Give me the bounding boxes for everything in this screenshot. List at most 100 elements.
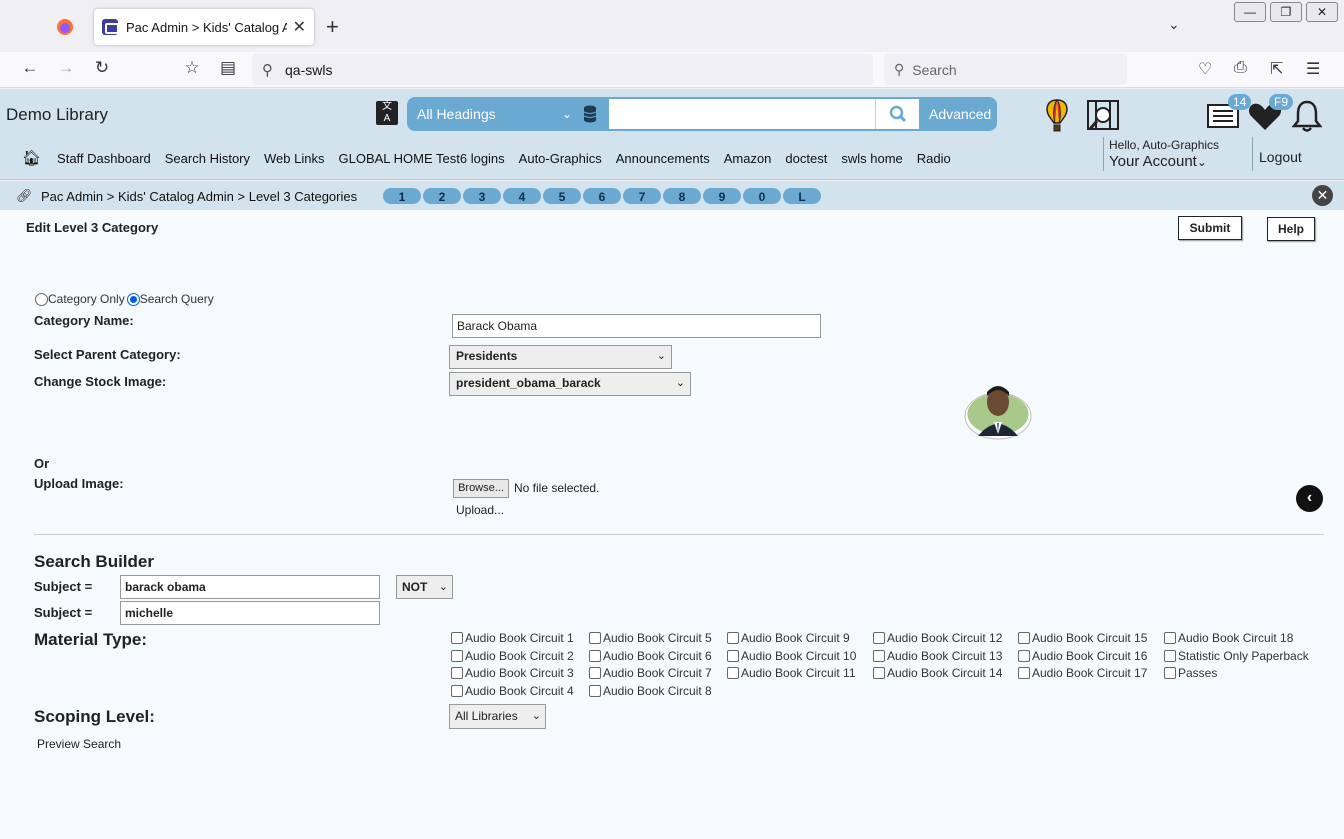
material-type-option[interactable]: Audio Book Circuit 5 — [589, 631, 712, 645]
material-type-option[interactable]: Audio Book Circuit 12 — [873, 631, 1002, 645]
material-type-option[interactable]: Audio Book Circuit 11 — [727, 666, 856, 680]
material-type-option[interactable]: Audio Book Circuit 2 — [451, 649, 574, 663]
material-type-option[interactable]: Audio Book Circuit 13 — [873, 649, 1002, 663]
material-type-option[interactable]: Audio Book Circuit 15 — [1018, 631, 1147, 645]
pager-1[interactable]: 1 — [382, 187, 422, 205]
url-bar[interactable]: ⚲ qa-swls — [252, 54, 873, 85]
catalog-search-input[interactable] — [609, 99, 875, 129]
pager-8[interactable]: 8 — [662, 187, 702, 205]
close-panel-icon[interactable]: ✕ — [1312, 185, 1333, 206]
checkbox[interactable] — [873, 650, 885, 662]
submit-button[interactable]: Submit — [1178, 216, 1242, 240]
translate-icon[interactable]: 文A — [376, 101, 398, 125]
material-type-option[interactable]: Audio Book Circuit 4 — [451, 684, 574, 698]
menu-item-staff-dashboard[interactable]: Staff Dashboard — [57, 151, 151, 166]
print-icon[interactable]: ⎙ — [1234, 59, 1247, 77]
material-type-option[interactable]: Audio Book Circuit 1 — [451, 631, 574, 645]
checkbox[interactable] — [589, 667, 601, 679]
menu-item-doctest[interactable]: doctest — [785, 151, 827, 166]
menu-item-announcements[interactable]: Announcements — [616, 151, 710, 166]
hamburger-menu-icon[interactable]: ☰ — [1306, 59, 1320, 79]
boolean-operator-select[interactable]: NOT ⌄ — [396, 575, 453, 599]
checkbox[interactable] — [589, 685, 601, 697]
tab-list-chevron-icon[interactable]: ⌄ — [1168, 16, 1180, 33]
pager-5[interactable]: 5 — [542, 187, 582, 205]
material-type-option[interactable]: Audio Book Circuit 7 — [589, 666, 712, 680]
checkbox[interactable] — [451, 667, 463, 679]
home-icon[interactable]: 🏠︎ — [22, 149, 41, 167]
extensions-icon[interactable]: ⇱ — [1270, 59, 1283, 79]
checkbox[interactable] — [589, 632, 601, 644]
checkbox[interactable] — [451, 685, 463, 697]
checkbox[interactable] — [727, 667, 739, 679]
pager-4[interactable]: 4 — [502, 187, 542, 205]
checkbox[interactable] — [1164, 667, 1176, 679]
logout-link[interactable]: Logout — [1259, 149, 1302, 165]
material-type-option[interactable]: Audio Book Circuit 9 — [727, 631, 850, 645]
reader-icon[interactable]: ▤ — [216, 58, 240, 78]
tab-close-icon[interactable]: ✕ — [293, 17, 306, 37]
pager-6[interactable]: 6 — [582, 187, 622, 205]
restore-button[interactable]: ❐ — [1270, 2, 1302, 22]
menu-item-amazon[interactable]: Amazon — [724, 151, 772, 166]
advanced-search-link[interactable]: Advanced — [923, 97, 991, 131]
breadcrumb[interactable]: Pac Admin > Kids' Catalog Admin > Level … — [41, 189, 357, 204]
checkbox[interactable] — [589, 650, 601, 662]
material-type-option[interactable]: Audio Book Circuit 3 — [451, 666, 574, 680]
scoping-level-select[interactable]: All Libraries ⌄ — [449, 704, 546, 729]
checkbox[interactable] — [451, 650, 463, 662]
material-type-option[interactable]: Passes — [1164, 666, 1217, 680]
menu-item-web-links[interactable]: Web Links — [264, 151, 324, 166]
pager-7[interactable]: 7 — [622, 187, 662, 205]
minimize-button[interactable]: — — [1234, 2, 1266, 22]
browser-search-box[interactable]: ⚲ Search — [884, 54, 1127, 85]
browse-button[interactable]: Browse... — [453, 479, 509, 498]
menu-item-global-home[interactable]: GLOBAL HOME Test6 logins — [338, 151, 504, 166]
material-type-option[interactable]: Audio Book Circuit 16 — [1018, 649, 1147, 663]
heading-select[interactable]: All Headings ⌄ — [417, 97, 572, 131]
parent-category-select[interactable]: Presidents ⌄ — [449, 345, 672, 369]
help-button[interactable]: Help — [1267, 217, 1315, 241]
subject2-input[interactable] — [120, 601, 380, 625]
pager-3[interactable]: 3 — [462, 187, 502, 205]
notification-bell-icon[interactable] — [1292, 99, 1322, 133]
material-type-option[interactable]: Statistic Only Paperback — [1164, 649, 1309, 663]
material-type-option[interactable]: Audio Book Circuit 14 — [873, 666, 1002, 680]
search-query-radio[interactable] — [126, 292, 140, 306]
preview-search-link[interactable]: Preview Search — [37, 737, 121, 751]
material-type-option[interactable]: Audio Book Circuit 10 — [727, 649, 856, 663]
window-close-button[interactable]: ✕ — [1306, 2, 1338, 22]
checkbox[interactable] — [1018, 632, 1030, 644]
reload-icon[interactable]: ↻ — [90, 58, 114, 78]
menu-item-radio[interactable]: Radio — [917, 151, 951, 166]
your-account-menu[interactable]: Your Account⌄ — [1109, 153, 1207, 170]
database-icon[interactable] — [583, 105, 597, 123]
material-type-option[interactable]: Audio Book Circuit 17 — [1018, 666, 1147, 680]
new-tab-plus-icon[interactable]: + — [326, 14, 339, 40]
subject1-input[interactable] — [120, 575, 380, 599]
firefox-icon[interactable] — [56, 18, 74, 36]
menu-item-search-history[interactable]: Search History — [165, 151, 250, 166]
pager-2[interactable]: 2 — [422, 187, 462, 205]
browser-tab-active[interactable]: Pac Admin > Kids' Catalog Adm ✕ — [94, 9, 314, 45]
checkbox[interactable] — [1018, 650, 1030, 662]
material-type-option[interactable]: Audio Book Circuit 8 — [589, 684, 712, 698]
pager-l[interactable]: L — [782, 187, 822, 205]
pager-9[interactable]: 9 — [702, 187, 742, 205]
chevron-left-icon[interactable]: ‹ — [1296, 485, 1323, 512]
checkbox[interactable] — [727, 632, 739, 644]
stock-image-select[interactable]: president_obama_barack ⌄ — [449, 372, 691, 396]
checkbox[interactable] — [1018, 667, 1030, 679]
category-only-radio[interactable] — [35, 292, 48, 306]
bookmark-star-icon[interactable]: ☆ — [180, 58, 204, 78]
hot-air-balloon-icon[interactable] — [1044, 99, 1070, 133]
upload-link[interactable]: Upload... — [456, 503, 504, 517]
material-type-option[interactable]: Audio Book Circuit 18 — [1164, 631, 1293, 645]
checkbox[interactable] — [1164, 632, 1176, 644]
category-name-input[interactable] — [452, 314, 821, 338]
catalog-search-button[interactable] — [875, 99, 919, 129]
checkbox[interactable] — [873, 632, 885, 644]
pager-0[interactable]: 0 — [742, 187, 782, 205]
checkbox[interactable] — [1164, 650, 1176, 662]
checkbox[interactable] — [451, 632, 463, 644]
